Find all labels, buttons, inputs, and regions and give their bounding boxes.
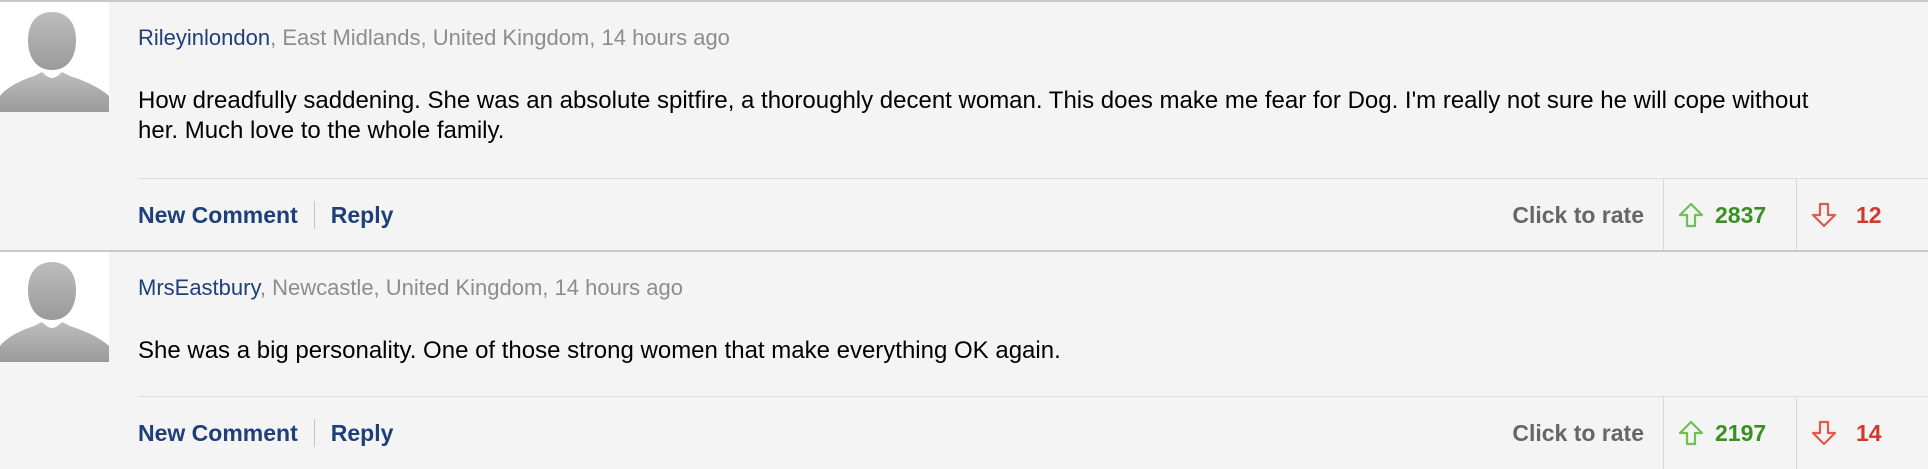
comment-list: Rileyinlondon, East Midlands, United Kin… xyxy=(0,0,1928,469)
click-to-rate-label: Click to rate xyxy=(1512,201,1644,228)
new-comment-button[interactable]: New Comment xyxy=(138,202,298,229)
upvote-count: 2837 xyxy=(1715,201,1767,228)
location-timestamp: , East Midlands, United Kingdom, 14 hour… xyxy=(270,25,730,50)
downvote-button[interactable]: 12 xyxy=(1796,179,1928,251)
upvote-button[interactable]: 2197 xyxy=(1663,397,1796,469)
comment-body: How dreadfully saddening. She was an abs… xyxy=(138,87,1809,144)
action-divider xyxy=(313,201,315,229)
click-to-rate-label: Click to rate xyxy=(1512,419,1644,446)
default-avatar-icon xyxy=(0,2,109,112)
new-comment-button[interactable]: New Comment xyxy=(138,420,298,447)
comment-actions: New Comment Reply Click to rate 2197 14 xyxy=(138,396,1928,469)
downvote-count: 12 xyxy=(1856,201,1882,228)
comment-body: She was a big personality. One of those … xyxy=(138,337,1061,364)
comment-actions: New Comment Reply Click to rate 2837 12 xyxy=(138,178,1928,251)
downvote-count: 14 xyxy=(1856,419,1882,446)
reply-button[interactable]: Reply xyxy=(331,202,394,229)
downvote-button[interactable]: 14 xyxy=(1796,397,1928,469)
comment-action-links: New Comment Reply xyxy=(138,397,393,469)
reply-button[interactable]: Reply xyxy=(331,420,394,447)
comment-item: MrsEastbury, Newcastle, United Kingdom, … xyxy=(0,250,1928,469)
upvote-count: 2197 xyxy=(1715,419,1767,446)
comment-action-links: New Comment Reply xyxy=(138,179,393,251)
comment-item: Rileyinlondon, East Midlands, United Kin… xyxy=(0,0,1928,251)
upvote-button[interactable]: 2837 xyxy=(1663,179,1796,251)
arrow-down-icon xyxy=(1810,419,1838,447)
comment-byline: Rileyinlondon, East Midlands, United Kin… xyxy=(138,24,730,52)
username-link[interactable]: Rileyinlondon xyxy=(138,25,270,50)
location-timestamp: , Newcastle, United Kingdom, 14 hours ag… xyxy=(259,275,683,300)
arrow-down-icon xyxy=(1810,201,1838,229)
username-link[interactable]: MrsEastbury xyxy=(138,275,260,300)
default-avatar-icon xyxy=(0,252,109,362)
arrow-up-icon xyxy=(1677,201,1705,229)
arrow-up-icon xyxy=(1677,419,1705,447)
comment-byline: MrsEastbury, Newcastle, United Kingdom, … xyxy=(138,274,683,302)
action-divider xyxy=(313,419,315,447)
